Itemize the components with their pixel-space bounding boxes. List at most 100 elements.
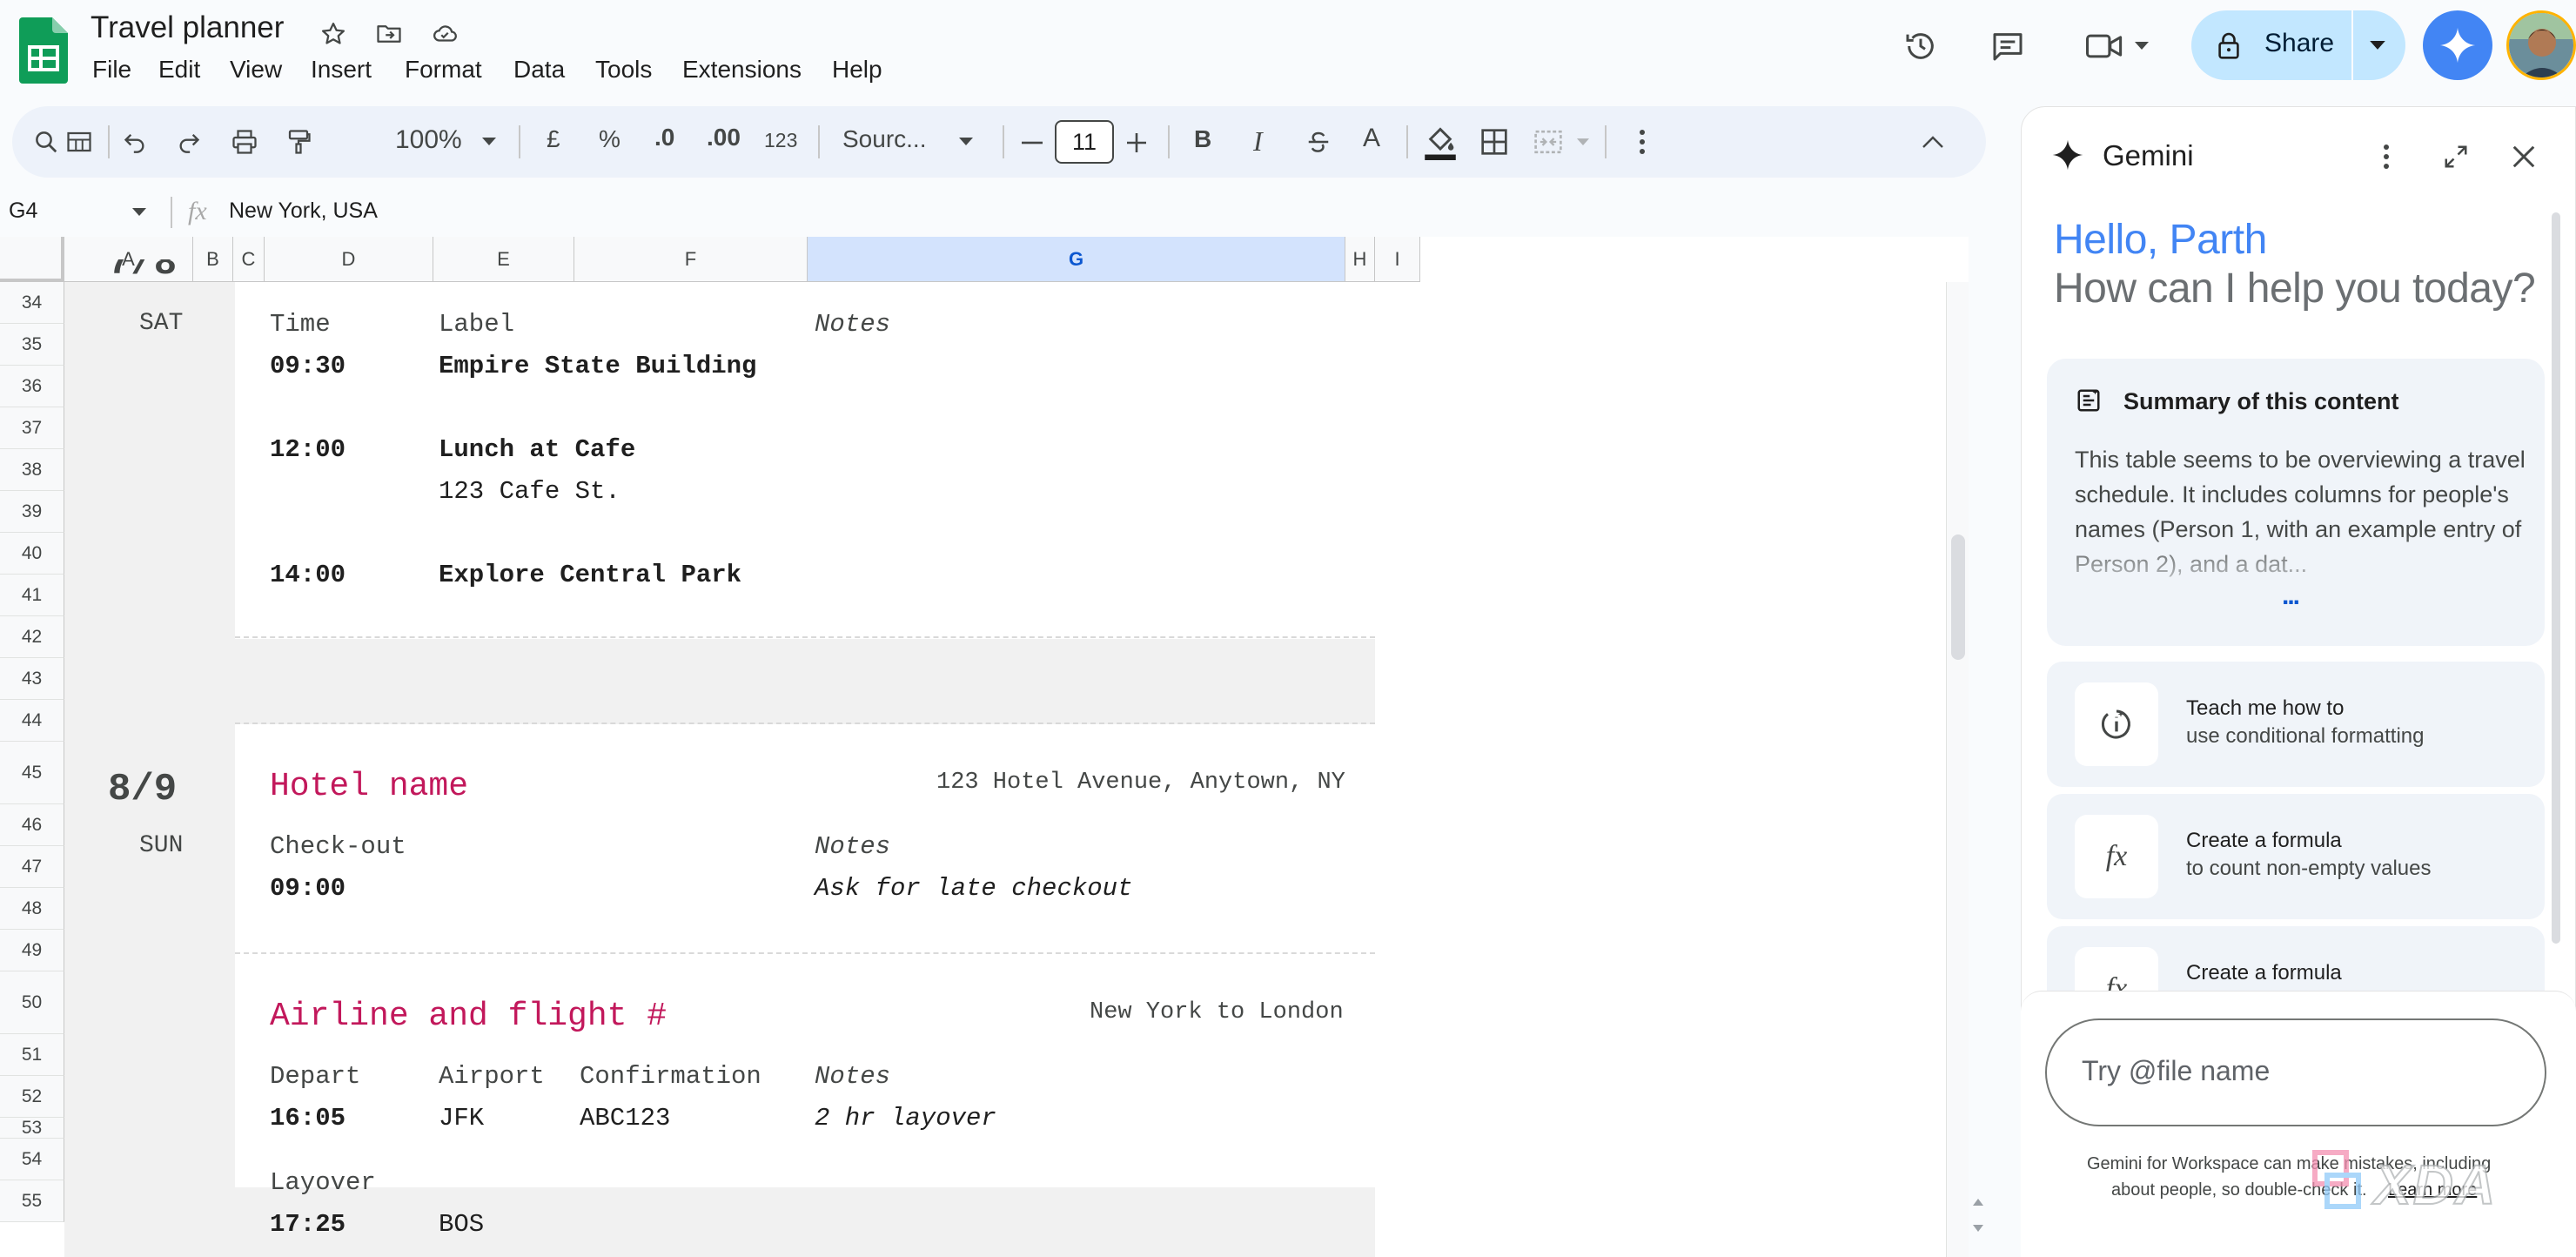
decrease-decimal-button[interactable]: .0 [654,124,674,151]
strikethrough-icon[interactable] [1298,122,1338,162]
name-box[interactable]: G4 [9,198,37,224]
close-icon[interactable] [2505,138,2543,176]
menu-data[interactable]: Data [513,56,565,84]
row-header[interactable]: 49 [0,930,64,971]
share-button[interactable]: Share [2191,10,2405,80]
collapse-menus-icon[interactable] [1913,122,1953,162]
version-history-icon[interactable] [1897,23,1944,70]
star-icon[interactable] [315,16,352,52]
suggestion-count-formula[interactable]: fx Create a formula to count non-empty v… [2047,794,2545,919]
row-header[interactable]: 51 [0,1034,64,1076]
row-header[interactable]: 40 [0,533,64,575]
menu-tools[interactable]: Tools [595,56,652,84]
row-header[interactable]: 47 [0,846,64,888]
more-options-icon[interactable] [1622,122,1662,162]
zoom-dropdown-icon[interactable] [479,132,500,151]
comments-icon[interactable] [1984,23,2031,70]
scroll-down-arrow[interactable] [1969,1219,1988,1238]
column-header-f[interactable]: F [574,237,808,282]
column-header-h[interactable]: H [1345,237,1375,282]
italic-button[interactable]: I [1253,125,1263,158]
zoom-select[interactable]: 100% [395,125,462,155]
menu-format[interactable]: Format [405,56,482,84]
summary-card[interactable]: Summary of this content This table seems… [2047,359,2545,646]
column-header-g[interactable]: G [808,237,1345,282]
merge-dropdown-icon[interactable] [1573,132,1593,151]
gemini-scrollbar-thumb[interactable] [2552,212,2560,944]
row-header[interactable]: 34 [0,282,64,324]
menu-file[interactable]: File [92,56,131,84]
font-select[interactable]: Sourc... [842,125,926,153]
menu-help[interactable]: Help [832,56,882,84]
font-size-increase-icon[interactable] [1119,125,1154,160]
column-header-b[interactable]: B [193,237,233,282]
row-header[interactable]: 41 [0,575,64,616]
formula-input[interactable]: New York, USA [229,198,378,224]
row-header[interactable]: 44 [0,700,64,742]
move-folder-icon[interactable] [371,16,407,52]
spreadsheet-grid[interactable]: A B C D E F G H I 7/8 SAT Time Label Not… [0,237,1969,1257]
row-header[interactable]: 38 [0,449,64,491]
gemini-more-icon[interactable] [2369,138,2404,176]
column-header-i[interactable]: I [1375,237,1420,282]
row-header[interactable]: 50 [0,971,64,1034]
avatar[interactable] [2506,10,2576,80]
scrollbar-thumb[interactable] [1951,534,1965,660]
paint-format-icon[interactable] [278,122,319,162]
currency-format-button[interactable]: £ [547,125,560,153]
gemini-input[interactable]: Try @file name [2045,1018,2546,1126]
row-header[interactable]: 52 [0,1076,64,1118]
sheets-logo[interactable] [19,17,68,84]
column-header-c[interactable]: C [233,237,265,282]
number-format-button[interactable]: 123 [764,129,797,152]
print-icon[interactable] [225,122,265,162]
row-header[interactable]: 39 [0,491,64,533]
font-dropdown-icon[interactable] [956,132,976,151]
font-size-decrease-icon[interactable] [1015,125,1050,160]
text-color-button[interactable]: A [1363,124,1380,153]
column-header-e[interactable]: E [433,237,574,282]
bold-button[interactable]: B [1194,125,1211,153]
increase-decimal-button[interactable]: .00 [707,124,741,151]
row-header[interactable]: 42 [0,616,64,658]
merge-cells-icon[interactable] [1526,122,1570,162]
vertical-scrollbar[interactable] [1946,282,1969,1257]
row-header[interactable]: 55 [0,1180,64,1222]
gemini-button[interactable] [2423,10,2492,80]
meet-video-icon[interactable] [2078,23,2130,70]
document-title[interactable]: Travel planner [91,10,284,45]
name-box-dropdown-icon[interactable] [129,204,150,221]
row-header[interactable]: 37 [0,407,64,449]
font-size-input[interactable]: 11 [1055,120,1114,164]
column-header-d[interactable]: D [265,237,433,282]
row-header[interactable]: 35 [0,324,64,366]
scroll-up-arrow[interactable] [1969,1193,1988,1212]
expand-icon[interactable] [2437,138,2475,176]
row-header[interactable]: 53 [0,1118,64,1139]
percent-format-button[interactable]: % [599,125,621,153]
meet-dropdown-icon[interactable] [2130,35,2153,57]
lightbulb-icon [2075,682,2158,766]
row-header[interactable]: 36 [0,366,64,407]
table-convert-icon[interactable] [59,122,99,162]
menu-view[interactable]: View [230,56,282,84]
redo-icon[interactable] [169,122,209,162]
fill-color-icon[interactable] [1419,120,1462,164]
row-header[interactable]: 54 [0,1139,64,1180]
row-header[interactable]: 46 [0,804,64,846]
undo-icon[interactable] [115,122,155,162]
menu-extensions[interactable]: Extensions [682,56,802,84]
suggestion-conditional-formatting[interactable]: Teach me how to use conditional formatti… [2047,662,2545,787]
cloud-saved-icon[interactable] [425,16,465,52]
suggestion-create-formula[interactable]: fx Create a formula [2047,926,2545,991]
summary-expand-button[interactable]: ... [2282,581,2300,611]
row-header[interactable]: 48 [0,888,64,930]
menu-insert[interactable]: Insert [311,56,372,84]
menu-edit[interactable]: Edit [158,56,200,84]
time-header: Time [270,310,331,339]
row-header[interactable]: 45 [0,742,64,804]
borders-icon[interactable] [1474,122,1514,162]
row-header[interactable]: 43 [0,658,64,700]
select-all-corner[interactable] [0,237,64,282]
share-dropdown-icon[interactable] [2362,33,2393,57]
